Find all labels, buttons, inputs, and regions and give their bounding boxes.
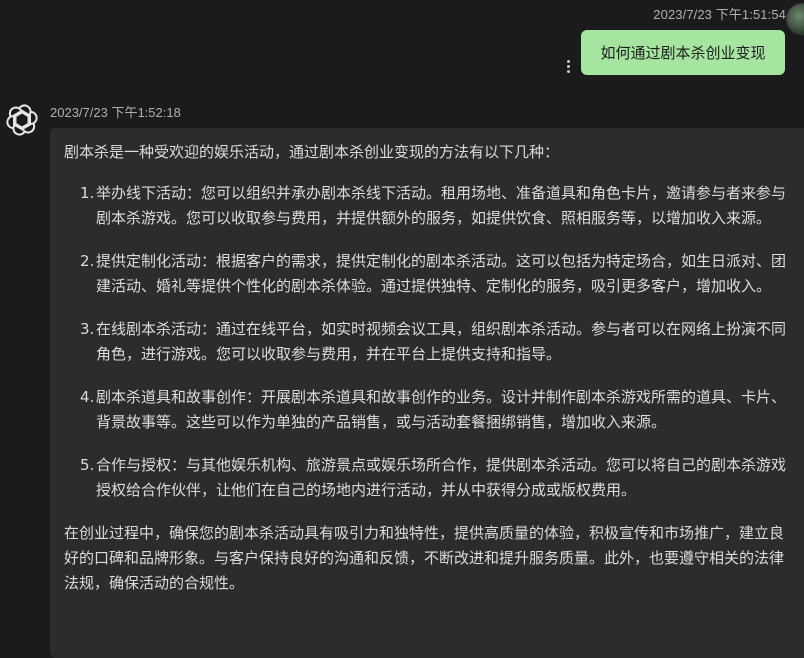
list-item-text: 举办线下活动：您可以组织并承办剧本杀线下活动。租用场地、准备道具和角色卡片，邀请… — [96, 184, 787, 227]
assistant-points-list: 1. 举办线下活动：您可以组织并承办剧本杀线下活动。租用场地、准备道具和角色卡片… — [64, 181, 790, 503]
list-item: 4. 剧本杀道具和故事创作：开展剧本杀道具和故事创作的业务。设计并制作剧本杀游戏… — [64, 385, 790, 435]
list-item: 2. 提供定制化活动：根据客户的需求，提供定制化的剧本杀活动。这可以包括为特定场… — [64, 249, 790, 299]
list-item-text: 提供定制化活动：根据客户的需求，提供定制化的剧本杀活动。这可以包括为特定场合，如… — [96, 252, 787, 295]
list-item-number: 4. — [80, 388, 95, 406]
assistant-message-bubble: 剧本杀是一种受欢迎的娱乐活动，通过剧本杀创业变现的方法有以下几种： 1. 举办线… — [50, 128, 804, 658]
list-item: 1. 举办线下活动：您可以组织并承办剧本杀线下活动。租用场地、准备道具和角色卡片… — [64, 181, 790, 231]
list-item-number: 5. — [80, 456, 95, 474]
list-item: 3. 在线剧本杀活动：通过在线平台，如实时视频会议工具，组织剧本杀活动。参与者可… — [64, 317, 790, 367]
assistant-message-timestamp: 2023/7/23 下午1:52:18 — [50, 105, 181, 120]
list-item: 5. 合作与授权：与其他娱乐机构、旅游景点或娱乐场所合作，提供剧本杀活动。您可以… — [64, 453, 790, 503]
openai-logo-icon — [6, 104, 38, 136]
list-item-number: 2. — [80, 252, 95, 270]
assistant-intro-text: 剧本杀是一种受欢迎的娱乐活动，通过剧本杀创业变现的方法有以下几种： — [64, 143, 560, 161]
list-item-number: 3. — [80, 320, 95, 338]
list-item-text: 合作与授权：与其他娱乐机构、旅游景点或娱乐场所合作，提供剧本杀活动。您可以将自己… — [96, 456, 787, 499]
list-item-number: 1. — [80, 184, 95, 202]
assistant-outro-text: 在创业过程中，确保您的剧本杀活动具有吸引力和独特性，提供高质量的体验，积极宣传和… — [64, 524, 785, 592]
user-message-bubble: 如何通过剧本杀创业变现 — [581, 30, 785, 75]
list-item-text: 在线剧本杀活动：通过在线平台，如实时视频会议工具，组织剧本杀活动。参与者可以在网… — [96, 320, 787, 363]
user-avatar[interactable] — [786, 3, 804, 35]
more-vertical-icon[interactable] — [560, 56, 576, 76]
list-item-text: 剧本杀道具和故事创作：开展剧本杀道具和故事创作的业务。设计并制作剧本杀游戏所需的… — [96, 388, 787, 431]
user-message-timestamp: 2023/7/23 下午1:51:54 — [653, 7, 786, 22]
user-message-text: 如何通过剧本杀创业变现 — [600, 44, 766, 62]
